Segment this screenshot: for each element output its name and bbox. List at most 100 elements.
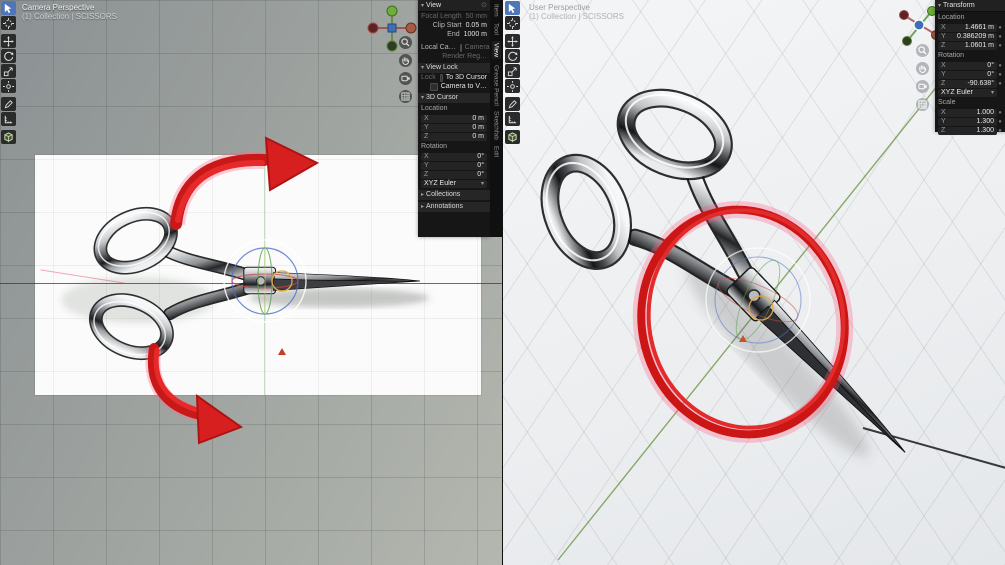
transform-panel-title: Transform <box>943 1 975 9</box>
rotate-tool[interactable] <box>505 49 520 63</box>
loc-x[interactable]: X 1.4661 m ● <box>935 23 1005 32</box>
scale-label: Scale <box>938 99 956 106</box>
pin-icon[interactable]: ⊙ <box>481 2 487 10</box>
animate-dot-icon[interactable]: ● <box>997 80 1003 88</box>
animate-dot-icon[interactable]: ● <box>997 62 1003 70</box>
cursor-rot-y[interactable]: Y 0° <box>418 161 490 170</box>
add-cube-tool[interactable] <box>505 130 520 144</box>
tab-view[interactable]: View <box>491 40 501 59</box>
euler-dropdown[interactable]: XYZ Euler ▾ <box>935 88 1005 97</box>
cursor-loc-z[interactable]: Z0 m <box>418 132 490 141</box>
scale-tool[interactable] <box>1 64 16 78</box>
tab-sketchfab[interactable]: Sketchfab <box>493 111 500 140</box>
caret-icon: ▾ <box>421 65 425 71</box>
camera-view-icon[interactable] <box>399 72 412 85</box>
rot-y[interactable]: Y 0° ● <box>935 70 1005 79</box>
clip-end-row[interactable]: End 1000 m <box>418 30 490 39</box>
select-box-tool[interactable] <box>505 1 520 15</box>
scissors-render-right <box>540 88 906 457</box>
select-box-tool[interactable] <box>1 1 16 15</box>
cursor-loc-y[interactable]: Y0 m <box>418 123 490 132</box>
cursor-tool[interactable] <box>505 16 520 30</box>
to-3d-cursor-checkbox[interactable] <box>439 74 443 82</box>
tab-edit[interactable]: Edit <box>493 146 500 157</box>
scale-tool[interactable] <box>505 64 520 78</box>
animate-dot-icon[interactable]: ● <box>997 24 1003 32</box>
animate-dot-icon[interactable]: ● <box>997 33 1003 41</box>
ortho-grid-icon[interactable] <box>916 98 929 111</box>
cursor-loc-x[interactable]: X0 m <box>418 114 490 123</box>
view-panel-header[interactable]: ▾ View ⊙ <box>418 0 490 12</box>
blender-window: Camera Perspective (1) Collection | SCIS… <box>0 0 1005 565</box>
annotation-arrow-top <box>167 136 320 230</box>
zoom-icon[interactable] <box>916 44 929 57</box>
zoom-icon[interactable] <box>399 36 412 49</box>
loc-z[interactable]: Z 1.0601 m ● <box>935 41 1005 50</box>
view-panel-title: View <box>426 1 442 9</box>
scale-y[interactable]: Y 1.300 ● <box>935 117 1005 126</box>
animate-dot-icon[interactable]: ● <box>997 118 1003 126</box>
pan-hand-icon[interactable] <box>916 62 929 75</box>
annotate-tool[interactable] <box>505 97 520 111</box>
view-name: User Perspective <box>529 3 590 12</box>
view-controls-left <box>399 36 412 103</box>
transform-panel-header[interactable]: ▾ Transform <box>935 0 1005 12</box>
red-axis-hint <box>40 269 125 284</box>
measure-tool[interactable] <box>505 112 520 126</box>
animate-dot-icon[interactable]: ● <box>997 109 1003 117</box>
collection-path: (1) Collection | SCISSORS <box>22 12 117 21</box>
rot-z[interactable]: Z -90.638° ● <box>935 79 1005 88</box>
viewport-info-left: Camera Perspective (1) Collection | SCIS… <box>22 3 117 21</box>
cursor-3d-header[interactable]: ▾ 3D Cursor <box>418 93 490 103</box>
cursor-tool[interactable] <box>1 16 16 30</box>
tab-grease-pencil[interactable]: Grease Pencil <box>493 65 500 106</box>
cursor-euler-dropdown[interactable]: XYZ Euler ▾ <box>418 179 490 188</box>
camera-to-view-checkbox[interactable] <box>429 83 438 91</box>
animate-dot-icon[interactable]: ● <box>997 71 1003 79</box>
scale-x[interactable]: X 1.000 ● <box>935 108 1005 117</box>
ortho-grid-icon[interactable] <box>399 90 412 103</box>
viewport-user[interactable]: User Perspective (1) Collection | SCISSO… <box>502 0 1005 565</box>
annotation-circle <box>632 201 854 443</box>
transform-tool[interactable] <box>1 79 16 93</box>
scale-z[interactable]: Z 1.300 ● <box>935 126 1005 135</box>
focal-length-row: Focal Length 50 mm <box>421 13 487 20</box>
lock-to-cursor-row[interactable]: Lock To 3D Cursor <box>418 73 490 82</box>
pan-hand-icon[interactable] <box>399 54 412 67</box>
annotate-tool[interactable] <box>1 97 16 111</box>
move-tool[interactable] <box>1 34 16 48</box>
local-camera-checkbox[interactable] <box>459 44 462 52</box>
tab-tool[interactable]: Tool <box>493 23 500 35</box>
caret-icon: ▾ <box>938 2 942 9</box>
rotate-tool[interactable] <box>1 49 16 63</box>
animate-dot-icon[interactable]: ● <box>997 127 1003 135</box>
axes-right <box>557 0 1005 561</box>
collection-path: (1) Collection | SCISSORS <box>529 12 624 21</box>
tab-item[interactable]: Item <box>493 4 500 17</box>
annotations-header[interactable]: ▸ Annotations <box>418 202 490 212</box>
loc-y[interactable]: Y 0.386209 m ● <box>935 32 1005 41</box>
cursor-rot-z[interactable]: Z 0° <box>418 170 490 179</box>
render-region-row: Render Reg… <box>442 53 487 60</box>
y-axis-line <box>264 155 265 395</box>
caret-icon: ▸ <box>421 192 425 198</box>
view-lock-header[interactable]: ▾ View Lock <box>418 63 490 73</box>
cursor-location-label: Location <box>421 105 448 112</box>
view-controls-right <box>916 44 929 111</box>
clip-start-row[interactable]: Clip Start 0.05 m <box>418 21 490 30</box>
toolbar-left <box>1 0 17 144</box>
camera-view-icon[interactable] <box>916 80 929 93</box>
rotate-gizmo-right <box>705 247 811 353</box>
rot-x[interactable]: X 0° ● <box>935 61 1005 70</box>
move-tool[interactable] <box>505 34 520 48</box>
animate-dot-icon[interactable]: ● <box>997 42 1003 50</box>
camera-to-view-row[interactable]: Camera to V… <box>418 82 490 91</box>
measure-tool[interactable] <box>1 112 16 126</box>
cursor-rot-x[interactable]: X 0° <box>418 152 490 161</box>
rotate-gizmo-left <box>223 239 307 355</box>
add-cube-tool[interactable] <box>1 130 16 144</box>
collections-header[interactable]: ▸ Collections <box>418 190 490 200</box>
local-camera-row[interactable]: Local Ca… Camera <box>418 43 490 52</box>
transform-tool[interactable] <box>505 79 520 93</box>
chevron-down-icon: ▾ <box>990 90 994 96</box>
